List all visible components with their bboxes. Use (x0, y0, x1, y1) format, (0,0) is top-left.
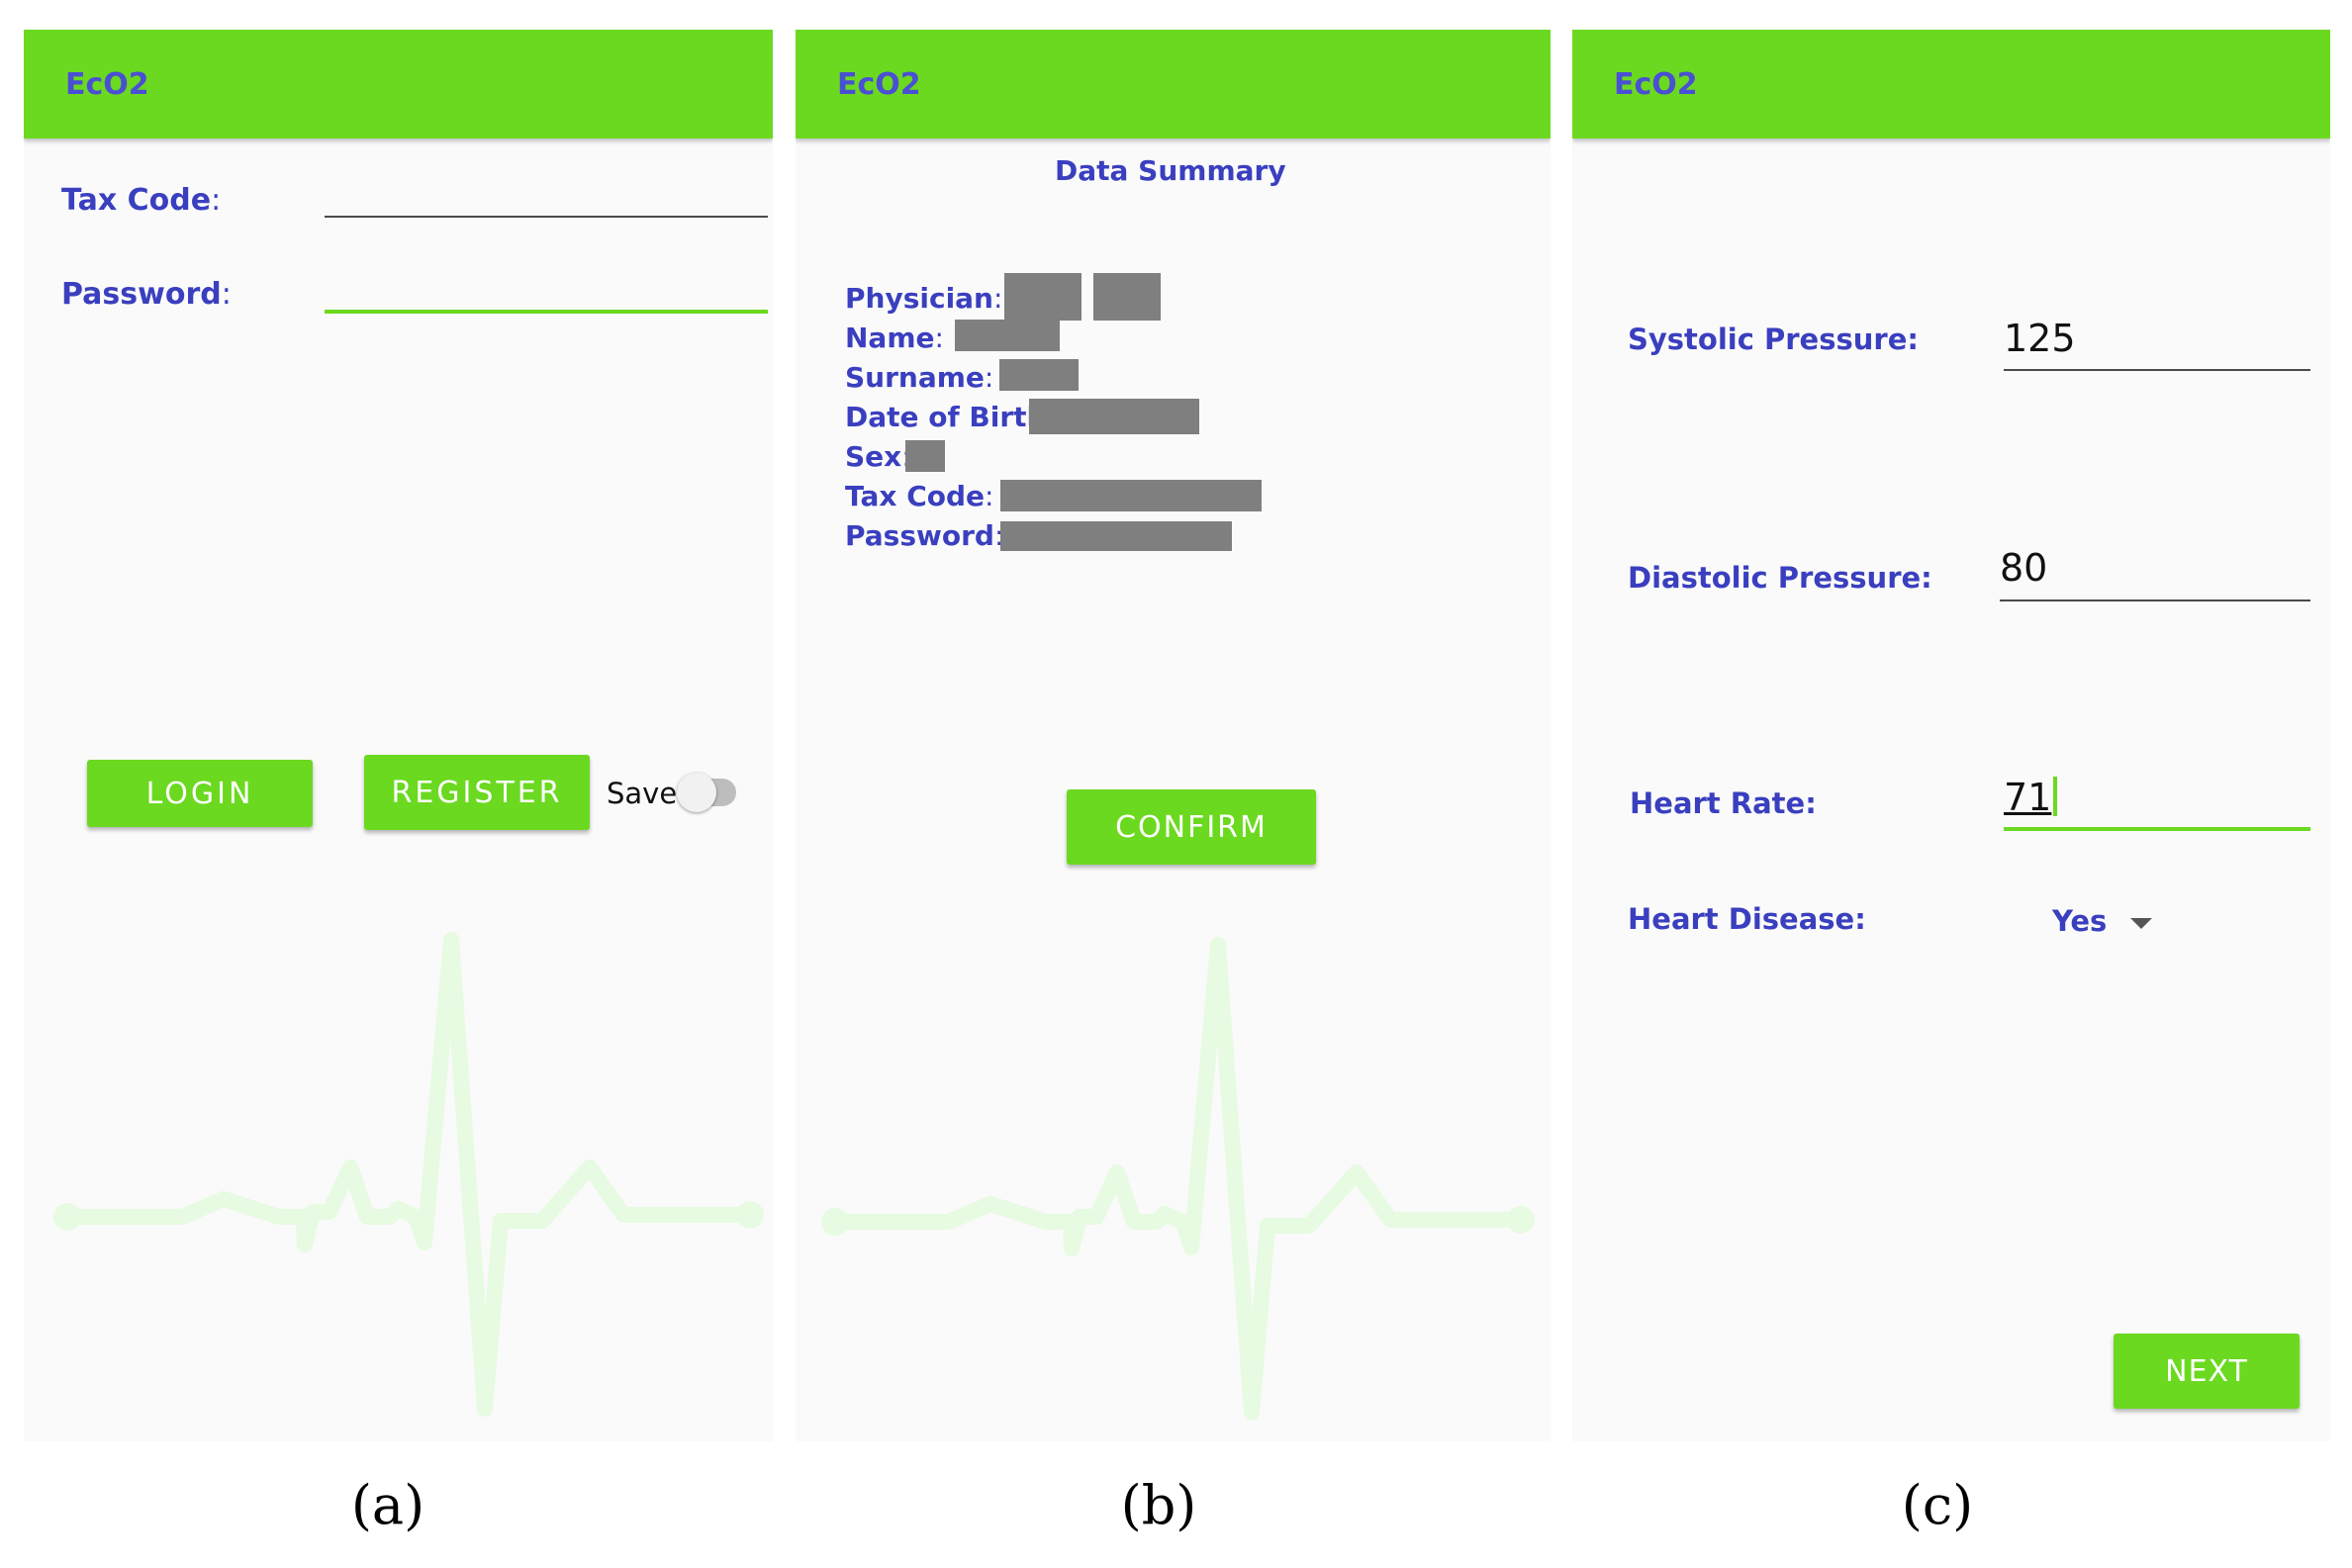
password-input[interactable] (325, 310, 768, 314)
app-title: EcO2 (837, 67, 921, 102)
chevron-down-icon (2130, 918, 2152, 929)
ecg-background-graphic (821, 937, 1535, 1421)
redaction-box (1004, 273, 1082, 321)
caption-a: (a) (350, 1474, 425, 1536)
save-label: Save (607, 777, 678, 810)
heart-rate-label: Heart Rate: (1630, 786, 1817, 820)
redaction-box (999, 359, 1079, 391)
tax-code-label: Tax Code: (61, 183, 222, 218)
page-title: Data Summary (1055, 154, 1286, 187)
app-bar: EcO2 (796, 30, 1551, 138)
ecg-background-graphic (53, 932, 764, 1417)
redaction-box (955, 320, 1060, 351)
app-bar: EcO2 (24, 30, 773, 138)
systolic-pressure-label: Systolic Pressure: (1628, 323, 1919, 356)
heart-rate-underline (2004, 827, 2310, 831)
systolic-pressure-underline (2004, 369, 2310, 371)
screen-login: EcO2 Tax Code: Password: LOGIN REGISTER … (24, 30, 773, 1441)
heart-disease-label: Heart Disease: (1628, 902, 1866, 936)
caption-c: (c) (1901, 1474, 1974, 1536)
screen-vitals: EcO2 Systolic Pressure: 125 Diastolic Pr… (1572, 30, 2330, 1441)
register-button[interactable]: REGISTER (364, 755, 590, 830)
redaction-box (1093, 273, 1161, 321)
summary-surname: Surname: C (845, 361, 1022, 394)
summary-tax-code: Tax Code: C (845, 480, 1022, 512)
caption-b: (b) (1120, 1474, 1197, 1536)
password-label: Password: (61, 277, 232, 312)
summary-sex: Sex: (845, 440, 911, 473)
summary-name: Name: F (845, 322, 969, 354)
heart-disease-selected-value: Yes (2052, 904, 2108, 938)
summary-password: Password: f (845, 519, 1022, 552)
tax-code-input[interactable] (325, 216, 768, 218)
redaction-box (1000, 480, 1262, 511)
app-title: EcO2 (1614, 67, 1698, 102)
redaction-box (1029, 399, 1199, 434)
confirm-button[interactable]: CONFIRM (1067, 789, 1316, 865)
heart-rate-input[interactable]: 71 (2004, 776, 2058, 819)
app-title: EcO2 (65, 67, 149, 102)
next-button[interactable]: NEXT (2114, 1334, 2300, 1409)
app-bar: EcO2 (1572, 30, 2330, 138)
diastolic-pressure-underline (2000, 600, 2310, 601)
diastolic-pressure-label: Diastolic Pressure: (1628, 561, 1932, 595)
summary-date-of-birth: Date of Birth: (845, 401, 1056, 433)
redaction-box (1000, 521, 1232, 551)
login-button[interactable]: LOGIN (87, 760, 313, 827)
diastolic-pressure-input[interactable]: 80 (2000, 546, 2047, 590)
save-toggle-knob (677, 773, 716, 812)
systolic-pressure-input[interactable]: 125 (2004, 317, 2076, 360)
text-cursor (2053, 777, 2058, 816)
redaction-box (905, 440, 945, 472)
screen-data-summary: EcO2 Data Summary Physician: BL Name: F … (796, 30, 1551, 1441)
